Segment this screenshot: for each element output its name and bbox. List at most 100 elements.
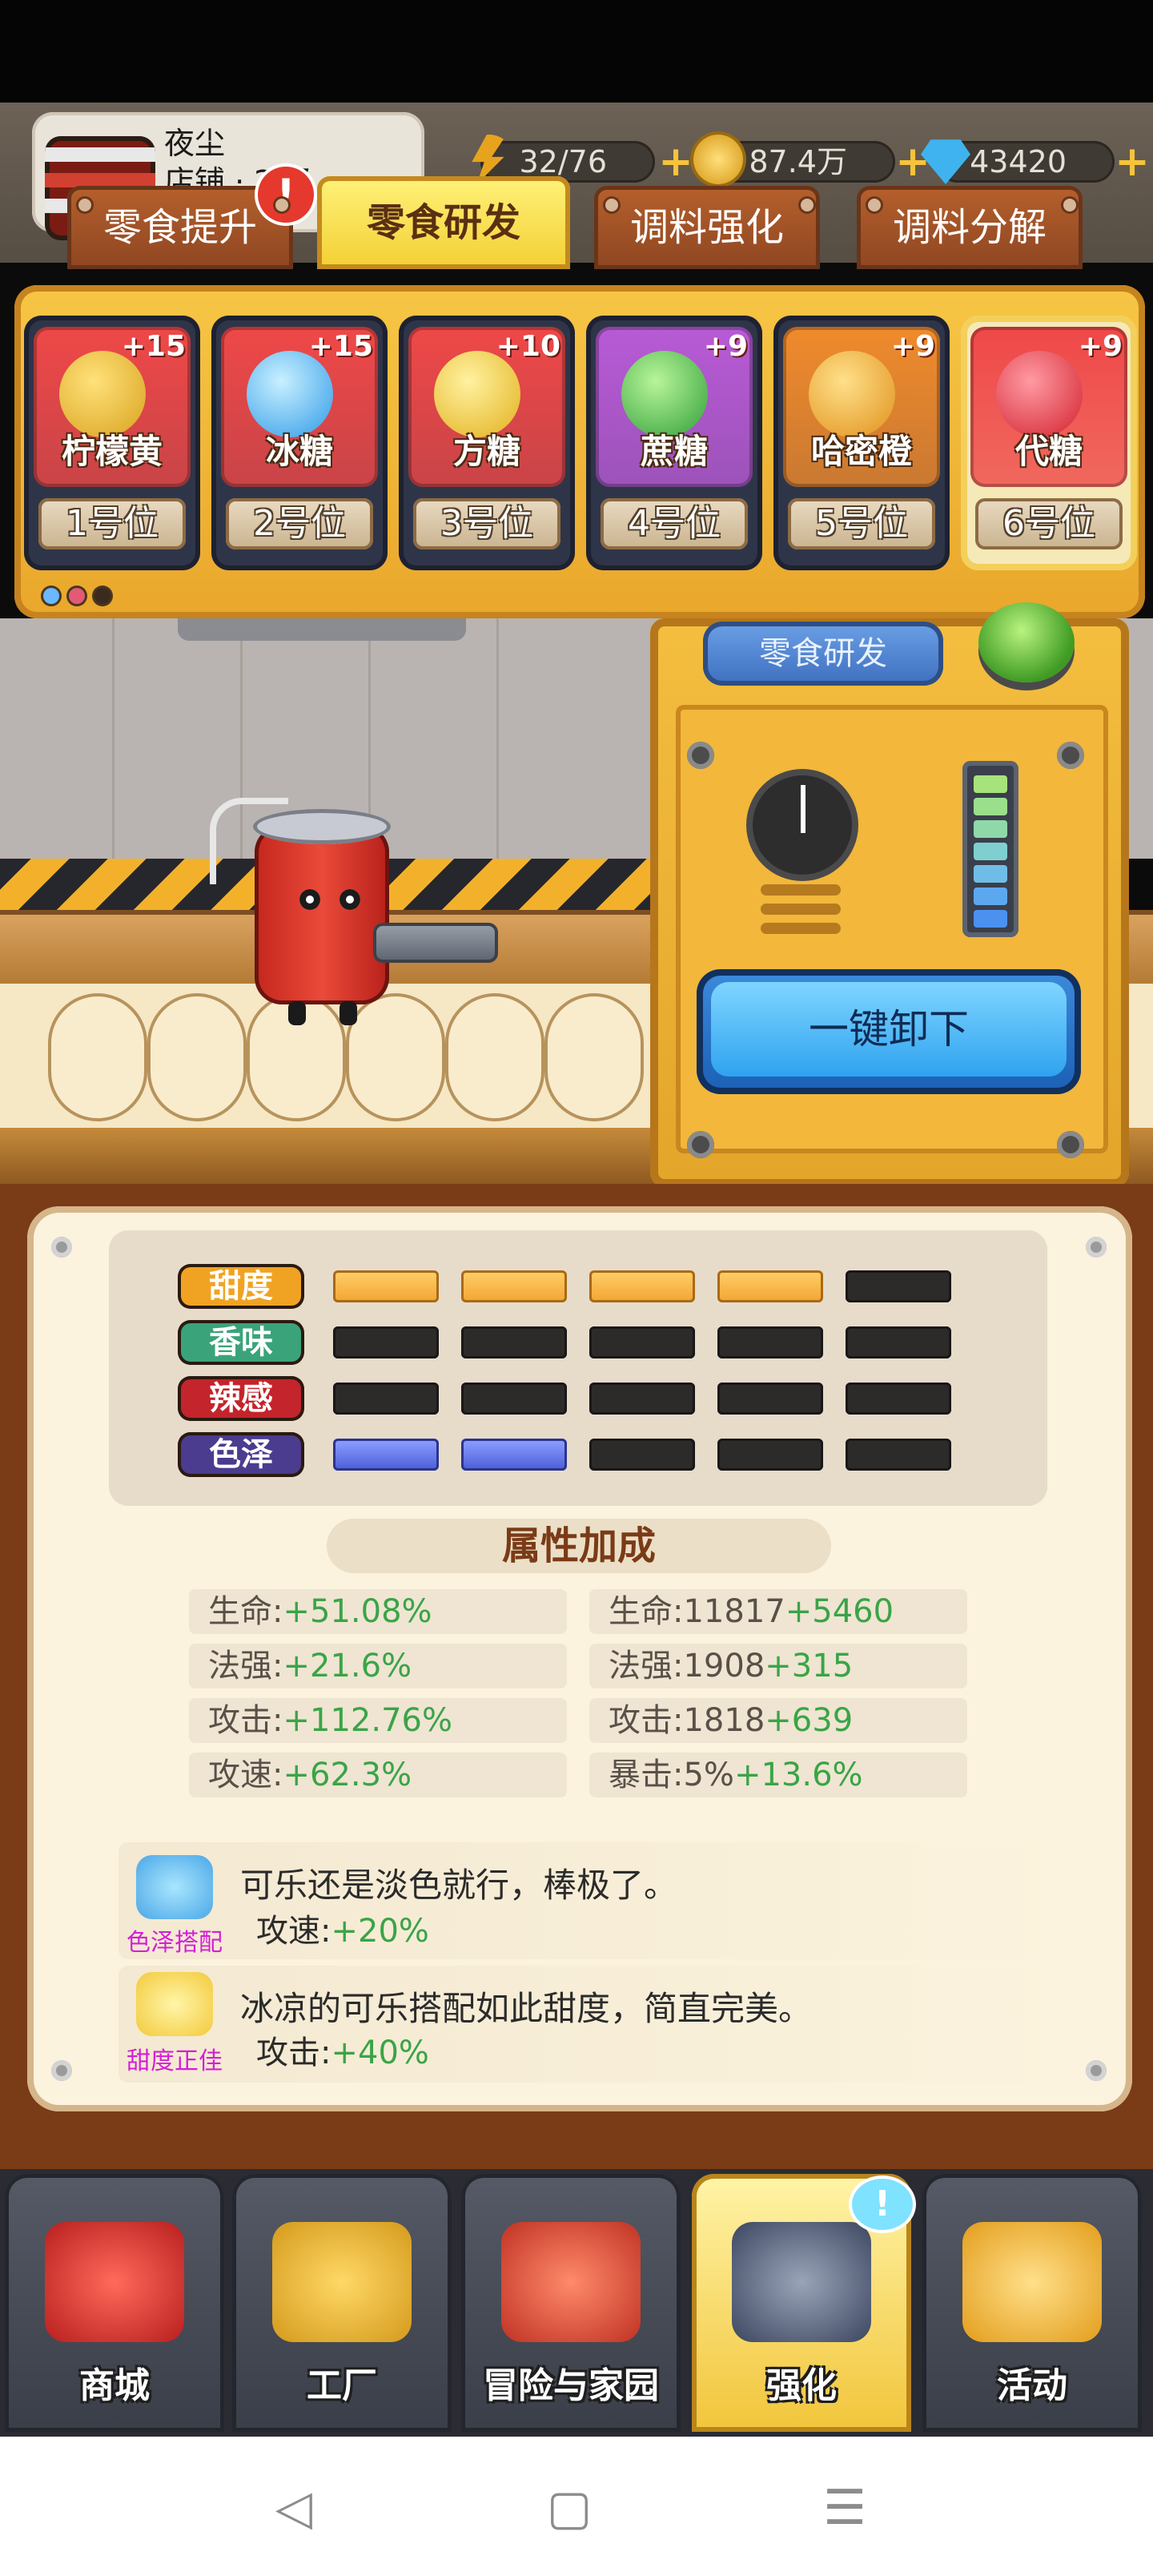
stat-bar-segment — [333, 1383, 439, 1415]
add-coins-button[interactable]: + — [895, 141, 930, 183]
section-title-attribute-bonus: 属性加成 — [327, 1519, 831, 1573]
stat-bar-segment — [846, 1383, 951, 1415]
slot-position-label: 1号位 — [38, 498, 186, 549]
slot-item-name: 蔗糖 — [640, 432, 708, 471]
slot-position-label: 5号位 — [788, 498, 935, 549]
belt-roller — [445, 993, 544, 1121]
tab-snack-research[interactable]: 零食研发 — [317, 176, 570, 269]
bonus-attack-speed: 攻速:+62.3% — [189, 1753, 567, 1797]
gauge-needle — [801, 785, 805, 833]
shopping-cart-icon — [45, 2222, 184, 2342]
tab-screw — [275, 199, 288, 211]
stat-bar-segment — [461, 1383, 567, 1415]
nav-events[interactable]: 活动 — [922, 2174, 1142, 2432]
add-energy-button[interactable]: + — [658, 141, 693, 183]
character-eye — [299, 889, 320, 910]
alert-badge: ! — [258, 167, 314, 223]
nav-adventure-home[interactable]: 冒险与家园 — [461, 2174, 681, 2432]
page-indicator-dot[interactable] — [43, 588, 59, 604]
slot-level: +9 — [703, 330, 748, 363]
meter-segment — [974, 865, 1007, 883]
belt-roller — [544, 993, 644, 1121]
slot-item-name: 方糖 — [452, 432, 520, 471]
factory-icon — [272, 2222, 412, 2342]
bolt-icon — [1057, 742, 1084, 769]
slot-position-label: 4号位 — [601, 498, 748, 549]
stat-label: 甜度 — [178, 1264, 304, 1309]
wall-line — [496, 618, 499, 859]
combo-effect: 攻速:+20% — [256, 1913, 429, 1950]
cola-can-character[interactable] — [255, 825, 389, 1004]
nav-factory[interactable]: 工厂 — [232, 2174, 452, 2432]
nav-label: 活动 — [997, 2365, 1067, 2406]
bonus-hp-percent: 生命:+51.08% — [189, 1589, 567, 1634]
adventure-icon — [501, 2222, 641, 2342]
bolt-icon — [687, 1131, 714, 1158]
nav-label: 工厂 — [307, 2365, 377, 2406]
stat-bar-segment — [589, 1326, 695, 1358]
slot-level: +9 — [890, 330, 935, 363]
color-combo-icon — [136, 1855, 213, 1919]
slot-2[interactable]: +15 冰糖 2号位 — [211, 316, 388, 570]
combo-description: 冰凉的可乐搭配如此甜度，简直完美。 — [240, 1989, 813, 2028]
stat-bar-segment — [333, 1270, 439, 1302]
slot-item-name: 哈密橙 — [810, 432, 912, 471]
meter-segment — [974, 775, 1007, 793]
slot-5[interactable]: +9 哈密橙 5号位 — [773, 316, 950, 570]
machine-title: 零食研发 — [703, 622, 943, 686]
meter-segment — [974, 910, 1007, 928]
stat-bar-segment — [717, 1383, 823, 1415]
stat-bar-segment — [589, 1383, 695, 1415]
stat-bar-segment — [589, 1270, 695, 1302]
robot-icon — [732, 2222, 871, 2342]
page-indicator-dot[interactable] — [69, 588, 85, 604]
can-lid — [253, 809, 391, 844]
slot-4[interactable]: +9 蔗糖 4号位 — [586, 316, 762, 570]
slot-level: +15 — [121, 330, 186, 363]
stat-label: 香味 — [178, 1320, 304, 1365]
back-icon[interactable]: ◁ — [266, 2480, 322, 2536]
combo-description: 可乐还是淡色就行，棒极了。 — [240, 1866, 678, 1905]
stat-bar-segment — [717, 1326, 823, 1358]
meter-segment — [974, 798, 1007, 815]
tab-screw — [1063, 199, 1076, 211]
tab-screw — [868, 199, 881, 211]
nav-notification-badge: ! — [852, 2179, 913, 2230]
unload-all-label[interactable]: 一键卸下 — [711, 982, 1067, 1077]
green-start-button[interactable] — [978, 602, 1075, 682]
stat-bar-segment — [461, 1270, 567, 1302]
home-icon[interactable]: ▢ — [541, 2480, 597, 2536]
slot-level: +15 — [308, 330, 373, 363]
vent-slot — [761, 884, 841, 896]
slot-1[interactable]: +15 柠檬黄 1号位 — [24, 316, 200, 570]
slot-level: +9 — [1078, 330, 1123, 363]
page-indicator-dot[interactable] — [94, 588, 110, 604]
slot-position-label: 2号位 — [226, 498, 373, 549]
nav-shop[interactable]: 商城 — [5, 2174, 224, 2432]
player-name: 夜尘 — [164, 126, 226, 161]
panel-screw — [1086, 2060, 1107, 2081]
tab-seasoning-enhance[interactable]: 调料强化 — [594, 186, 820, 269]
slot-6[interactable]: +9 代糖 6号位 — [961, 316, 1137, 570]
bonus-crit-value: 暴击:5%+13.6% — [589, 1753, 967, 1797]
panel-screw — [1086, 1237, 1107, 1258]
slot-3[interactable]: +10 方糖 3号位 — [399, 316, 575, 570]
sweetness-combo-icon — [136, 1972, 213, 2036]
bonus-magic-percent: 法强:+21.6% — [189, 1644, 567, 1688]
add-gems-button[interactable]: + — [1115, 141, 1150, 183]
bolt-icon — [1057, 1131, 1084, 1158]
meter-segment — [974, 820, 1007, 838]
coin-icon — [693, 135, 743, 184]
bolt-icon — [687, 742, 714, 769]
wall-line — [112, 618, 114, 859]
vent-slot — [761, 904, 841, 915]
ceiling-fixture — [178, 618, 466, 641]
tab-seasoning-decompose[interactable]: 调料分解 — [857, 186, 1083, 269]
slot-item-name: 冰糖 — [265, 432, 333, 471]
menu-icon[interactable]: ☰ — [817, 2480, 873, 2536]
bonus-hp-value: 生命:11817+5460 — [589, 1589, 967, 1634]
slot-position-label: 6号位 — [975, 498, 1123, 549]
stat-bar-segment — [589, 1439, 695, 1471]
nav-label: 强化 — [766, 2365, 837, 2406]
belt-roller — [48, 993, 147, 1121]
